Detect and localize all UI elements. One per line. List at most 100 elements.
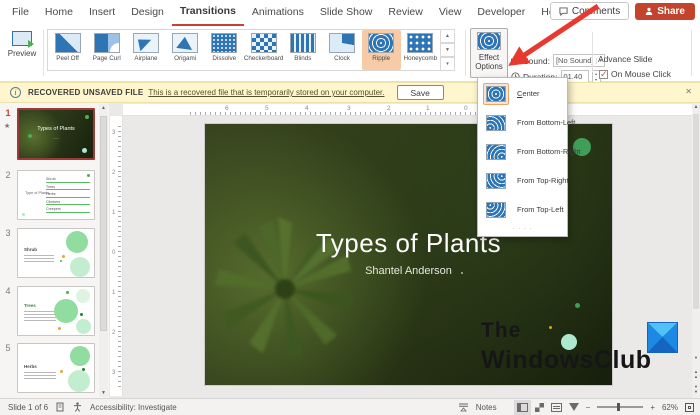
effect-options-button[interactable]: Effect Options (470, 28, 508, 78)
transition-clock[interactable]: Clock (322, 30, 361, 70)
ripple-bottom-left-icon (486, 115, 506, 131)
transition-checkerboard[interactable]: Checkerboard (244, 30, 283, 70)
normal-view-button[interactable] (517, 403, 528, 412)
notification-close-icon[interactable]: ✕ (685, 87, 692, 96)
transition-dissolve[interactable]: Dissolve (205, 30, 244, 70)
ruler-number: 4 (305, 105, 309, 112)
page-curl-icon (94, 33, 120, 53)
reading-view-button[interactable] (551, 403, 562, 412)
save-button[interactable]: Save (397, 85, 444, 100)
tab-slide-show[interactable]: Slide Show (312, 0, 381, 26)
zoom-slider[interactable] (597, 406, 643, 408)
menu-item-label: From Bottom-Right (517, 147, 580, 156)
transition-blinds[interactable]: Blinds (283, 30, 322, 70)
dropdown-more-indicator: · · · · (478, 224, 567, 235)
gallery-more-button[interactable]: ▾ (441, 57, 455, 71)
comments-button[interactable]: Comments (550, 2, 629, 20)
menu-item-from-top-right[interactable]: From Top-Right (478, 166, 567, 195)
fit-slide-to-window-icon[interactable] (685, 403, 694, 412)
transition-origami[interactable]: Origami (166, 30, 205, 70)
share-label: Share (657, 6, 685, 17)
editor-scrollbar-thumb[interactable] (693, 114, 699, 309)
dissolve-icon (211, 33, 237, 53)
thumb-scrollbar-thumb[interactable] (100, 116, 107, 331)
thumb-2-row: Shrub (46, 175, 90, 183)
gallery-scroll-up-button[interactable]: ▲ (441, 29, 455, 43)
share-person-icon (645, 7, 653, 15)
thumb-3-title: Shrub (24, 247, 37, 252)
ripple-top-left-icon (486, 202, 506, 218)
tab-review[interactable]: Review (380, 0, 430, 26)
clock-label: Clock (322, 55, 361, 62)
thumb-2-row: Trees (46, 183, 90, 191)
menu-item-label: From Top-Left (517, 205, 564, 214)
previous-slide-button[interactable]: ▲▲ (692, 369, 700, 380)
slide-thumbnail-4[interactable]: Trees (17, 286, 95, 336)
sound-label: Sound: (523, 56, 550, 66)
slide-thumbnail-1[interactable]: Types of Plants ⎯⎯⎯⎯ (17, 108, 95, 160)
thumbnail-scrollbar[interactable]: ▲ ▼ (99, 104, 108, 397)
slide-thumbnail-5[interactable]: Herbs (17, 343, 95, 393)
thumb-2-row: Creepers (46, 205, 90, 213)
menu-item-label: From Top-Right (517, 176, 569, 185)
editor-scroll-up-icon[interactable]: ▲ (692, 104, 700, 110)
editor-scrollbar[interactable]: ▲ ▼ ▲▲ ▼▼ (692, 103, 700, 398)
slide-thumbnail-3[interactable]: Shrub (17, 228, 95, 278)
effect-options-dropdown: Center From Bottom-Left From Bottom-Righ… (477, 77, 568, 237)
menu-item-label: From Bottom-Left (517, 118, 575, 127)
notes-button[interactable]: Notes (476, 403, 497, 412)
ruler-number: 5 (265, 105, 269, 112)
thumb-2-number: 2 (3, 170, 13, 180)
tab-insert[interactable]: Insert (81, 0, 123, 26)
next-slide-button[interactable]: ▼▼ (692, 384, 700, 395)
display-settings-icon[interactable] (56, 402, 65, 412)
thumb-scroll-up-icon[interactable]: ▲ (99, 105, 108, 111)
share-button[interactable]: Share (635, 3, 695, 20)
menu-item-center[interactable]: Center (478, 79, 567, 108)
slideshow-view-button[interactable] (569, 403, 579, 411)
transition-gallery: Peel Off Page Curl Airplane Origami Diss… (47, 29, 441, 71)
transition-ripple[interactable]: Ripple (362, 30, 401, 70)
accessibility-icon[interactable] (73, 402, 82, 412)
on-mouse-click-checkbox[interactable] (599, 70, 608, 79)
clock-transition-icon (329, 33, 355, 53)
ruler-number: 2 (112, 330, 115, 336)
tab-file[interactable]: File (4, 0, 37, 26)
recovered-file-bar: i RECOVERED UNSAVED FILE This is a recov… (0, 82, 700, 103)
slide-sorter-view-button[interactable] (535, 403, 544, 412)
tab-design[interactable]: Design (123, 0, 172, 26)
powerpoint-window: File Home Insert Design Transitions Anim… (0, 0, 700, 415)
tab-home[interactable]: Home (37, 0, 81, 26)
slide-thumbnail-2[interactable]: Type of Plants Shrub Trees Herbs Climber… (17, 170, 95, 220)
recovered-message-link[interactable]: This is a recovered file that is tempora… (148, 88, 384, 97)
ruler-number: 6 (225, 105, 229, 112)
tab-developer[interactable]: Developer (469, 0, 533, 26)
thewindowsclub-logo-icon (647, 322, 678, 353)
zoom-out-icon[interactable]: − (586, 403, 591, 412)
tab-animations[interactable]: Animations (244, 0, 312, 26)
horizontal-ruler: 6 5 4 3 2 1 0 (123, 104, 692, 116)
ruler-number: 1 (112, 210, 115, 216)
menu-item-from-top-left[interactable]: From Top-Left (478, 195, 567, 224)
thumb-1-number: 1 (3, 108, 13, 118)
transition-airplane[interactable]: Airplane (126, 30, 165, 70)
menu-item-from-bottom-right[interactable]: From Bottom-Right (478, 137, 567, 166)
editor-scroll-down-icon[interactable]: ▼ (692, 355, 700, 366)
slide-subtitle[interactable]: Shantel Anderson (205, 265, 612, 277)
thumb-1-title: Types of Plants (19, 126, 93, 132)
accessibility-status[interactable]: Accessibility: Investigate (90, 403, 177, 412)
thumb-scroll-down-icon[interactable]: ▼ (99, 390, 108, 396)
zoom-in-icon[interactable]: + (650, 403, 655, 412)
transition-honeycomb[interactable]: Honeycomb (401, 30, 440, 70)
tab-view[interactable]: View (431, 0, 470, 26)
tab-transitions[interactable]: Transitions (172, 0, 244, 26)
menu-item-from-bottom-left[interactable]: From Bottom-Left (478, 108, 567, 137)
zoom-level[interactable]: 62% (662, 403, 678, 412)
ruler-number: 3 (112, 370, 115, 376)
transition-page-curl[interactable]: Page Curl (87, 30, 126, 70)
gallery-scroll-down-button[interactable]: ▼ (441, 43, 455, 57)
preview-label: Preview (8, 49, 36, 58)
zoom-slider-thumb[interactable] (617, 403, 620, 411)
preview-button[interactable]: Preview (5, 29, 39, 73)
transition-peel-off[interactable]: Peel Off (48, 30, 87, 70)
